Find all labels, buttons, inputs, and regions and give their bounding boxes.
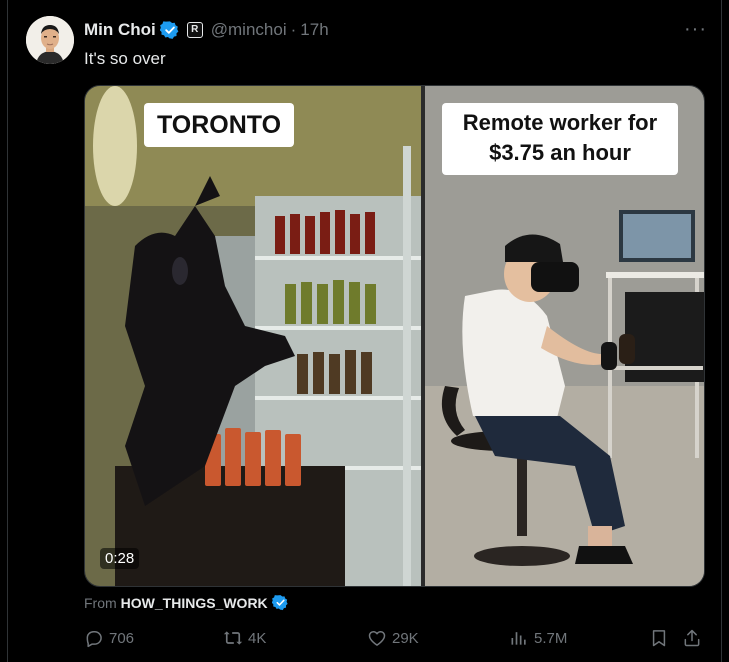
repost-button[interactable]: 4K xyxy=(223,628,266,648)
bookmark-icon xyxy=(652,630,666,647)
video-duration: 0:28 xyxy=(100,548,140,569)
action-bar: 706 4K 29K 5.7M xyxy=(84,628,705,650)
heart-icon xyxy=(368,631,386,646)
share-button[interactable] xyxy=(682,628,702,648)
source-link[interactable]: HOW_THINGS_WORK xyxy=(121,595,268,611)
avatar-image xyxy=(26,16,74,64)
source-prefix: From xyxy=(84,594,117,611)
bookmark-button[interactable] xyxy=(649,628,669,648)
reply-count: 706 xyxy=(109,629,135,647)
author-handle[interactable]: @minchoi xyxy=(211,20,287,40)
repost-count: 4K xyxy=(248,629,267,647)
repost-icon xyxy=(223,631,243,645)
left-caption: TORONTO xyxy=(144,103,294,147)
post-text: It's so over xyxy=(84,49,166,68)
post-header: Min Choi R @minchoi · 17h xyxy=(84,19,329,41)
views-button[interactable]: 5.7M xyxy=(509,628,567,648)
author-name[interactable]: Min Choi xyxy=(84,20,156,40)
like-count: 29K xyxy=(392,629,419,647)
avatar[interactable] xyxy=(26,16,74,64)
source-attribution: From HOW_THINGS_WORK xyxy=(84,594,289,611)
reply-icon xyxy=(86,631,102,648)
right-caption-line1: Remote worker for xyxy=(462,110,658,135)
affiliate-badge-icon[interactable]: R xyxy=(186,22,203,38)
reply-button[interactable]: 706 xyxy=(84,628,134,648)
views-chart-icon xyxy=(511,632,526,645)
right-caption-line2: $3.75 an hour xyxy=(489,140,631,165)
video-player[interactable]: TORONTO Remote worker for $3.75 an hour … xyxy=(84,85,705,587)
right-caption: Remote worker for $3.75 an hour xyxy=(442,103,678,175)
like-button[interactable]: 29K xyxy=(367,628,419,648)
verified-badge-icon xyxy=(271,594,289,611)
post-timestamp[interactable]: 17h xyxy=(300,20,328,40)
affiliate-badge-letter: R xyxy=(191,24,199,35)
views-count: 5.7M xyxy=(534,629,568,647)
verified-badge-icon xyxy=(159,20,180,40)
share-icon xyxy=(684,629,700,647)
more-options-button[interactable]: ··· xyxy=(684,18,707,41)
separator-dot: · xyxy=(290,20,297,39)
